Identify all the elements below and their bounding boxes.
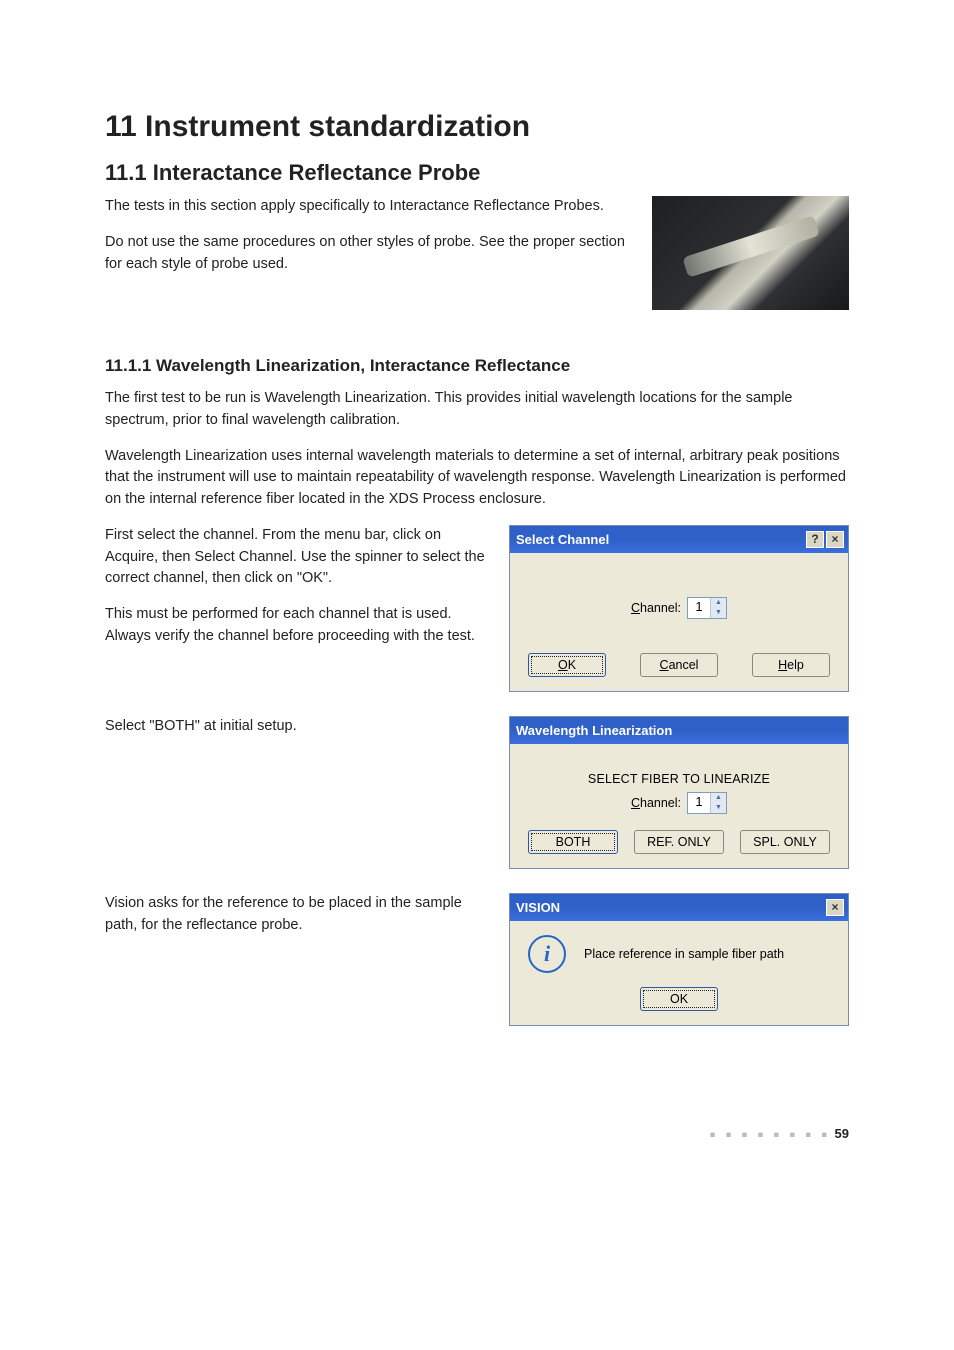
- close-icon[interactable]: ×: [826, 531, 844, 548]
- select-channel-dialog: Select Channel ? × Channel: 1 ▲ ▼: [509, 525, 849, 692]
- channel-label: Channel:: [631, 796, 681, 810]
- section-11-1-1-p3: First select the channel. From the menu …: [105, 525, 491, 590]
- section-11-1-1-p1: The first test to be run is Wavelength L…: [105, 388, 849, 432]
- dialog-titlebar: VISION ×: [510, 894, 848, 921]
- section-11-1-title: 11.1 Interactance Reflectance Probe: [105, 160, 849, 186]
- section-11-1-1-p2: Wavelength Linearization uses internal w…: [105, 446, 849, 511]
- ref-only-button[interactable]: REF. ONLY: [634, 830, 724, 854]
- channel-value: 1: [688, 793, 710, 813]
- spinner-up-icon[interactable]: ▲: [711, 598, 726, 608]
- close-icon[interactable]: ×: [826, 899, 844, 916]
- section-11-1-1-p6: Vision asks for the reference to be plac…: [105, 893, 491, 937]
- chapter-title: 11 Instrument standardization: [105, 110, 849, 144]
- channel-spinner[interactable]: 1 ▲ ▼: [687, 792, 727, 814]
- ok-button[interactable]: OK: [640, 987, 718, 1011]
- page-footer: ■ ■ ■ ■ ■ ■ ■ ■ 59: [105, 1126, 849, 1141]
- cancel-button[interactable]: Cancel: [640, 653, 718, 677]
- ok-button[interactable]: OK: [528, 653, 606, 677]
- wavelength-linearization-dialog: Wavelength Linearization SELECT FIBER TO…: [509, 716, 849, 869]
- dialog-title: VISION: [516, 900, 560, 915]
- both-button[interactable]: BOTH: [528, 830, 618, 854]
- dialog-titlebar: Select Channel ? ×: [510, 526, 848, 553]
- dialog-titlebar: Wavelength Linearization: [510, 717, 848, 744]
- section-11-1-p1: The tests in this section apply specific…: [105, 196, 634, 218]
- channel-label: Channel:: [631, 601, 681, 615]
- section-11-1-p2: Do not use the same procedures on other …: [105, 232, 634, 276]
- page-number: 59: [835, 1126, 849, 1141]
- help-button[interactable]: Help: [752, 653, 830, 677]
- spinner-down-icon[interactable]: ▼: [711, 803, 726, 813]
- section-11-1-1-p5: Select "BOTH" at initial setup.: [105, 716, 491, 738]
- vision-message-dialog: VISION × i Place reference in sample fib…: [509, 893, 849, 1026]
- section-11-1-1-p4: This must be performed for each channel …: [105, 604, 491, 648]
- spinner-down-icon[interactable]: ▼: [711, 608, 726, 618]
- dialog-title: Wavelength Linearization: [516, 723, 672, 738]
- footer-dots: ■ ■ ■ ■ ■ ■ ■ ■: [710, 1129, 831, 1139]
- spl-only-button[interactable]: SPL. ONLY: [740, 830, 830, 854]
- channel-spinner[interactable]: 1 ▲ ▼: [687, 597, 727, 619]
- message-text: Place reference in sample fiber path: [584, 947, 784, 961]
- section-11-1-1-title: 11.1.1 Wavelength Linearization, Interac…: [105, 356, 849, 376]
- context-help-icon[interactable]: ?: [806, 531, 824, 548]
- spinner-up-icon[interactable]: ▲: [711, 793, 726, 803]
- select-fiber-text: SELECT FIBER TO LINEARIZE: [522, 772, 836, 786]
- dialog-title: Select Channel: [516, 532, 609, 547]
- probe-photo: [652, 196, 849, 310]
- channel-value: 1: [688, 598, 710, 618]
- info-icon: i: [528, 935, 566, 973]
